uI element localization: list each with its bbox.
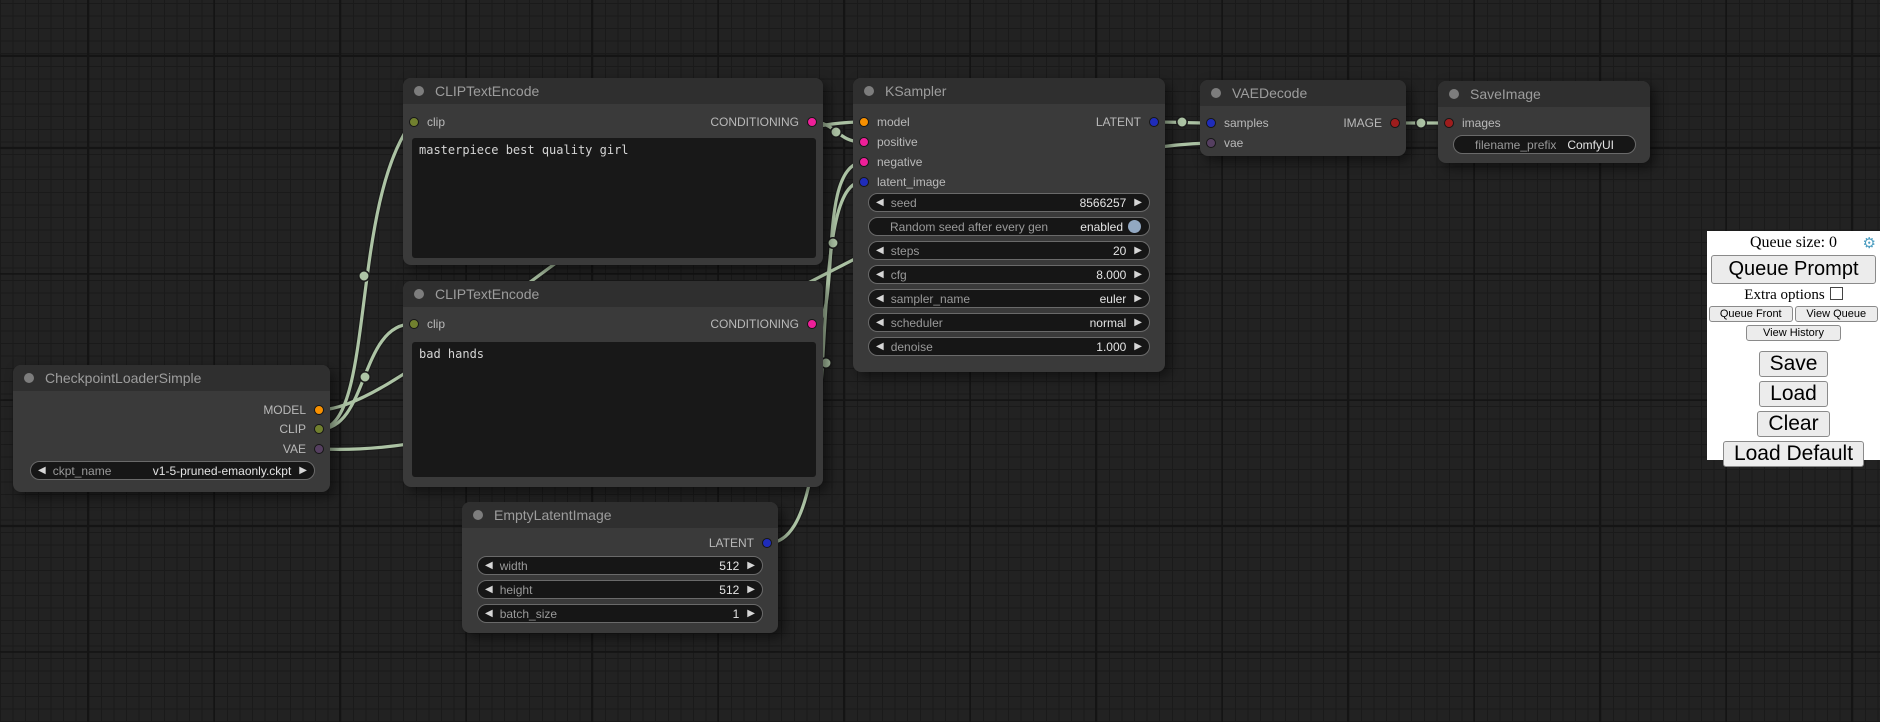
output-slot-latent[interactable] — [762, 538, 772, 548]
link-midpoint-dot — [1177, 117, 1187, 127]
collapse-icon[interactable] — [864, 86, 874, 96]
node-title: SaveImage — [1470, 86, 1541, 102]
output-slot-model[interactable] — [314, 405, 324, 415]
input-slot-vae[interactable] — [1206, 138, 1216, 148]
view-history-button[interactable]: View History — [1746, 325, 1841, 341]
decrement-arrow-icon[interactable]: ◀ — [485, 609, 493, 619]
decrement-arrow-icon[interactable]: ◀ — [876, 270, 884, 280]
width-widget[interactable]: ◀ width 512 ▶ — [477, 556, 763, 575]
random-seed-toggle-widget[interactable]: Random seed after every gen enabled — [868, 217, 1150, 236]
cfg-widget[interactable]: ◀ cfg 8.000 ▶ — [868, 265, 1150, 284]
increment-arrow-icon[interactable]: ▶ — [299, 466, 307, 476]
node-vaedecode[interactable]: VAEDecode samples vae IMAGE — [1200, 80, 1406, 156]
queue-size-label: Queue size: 0 — [1750, 234, 1837, 251]
input-slot-positive[interactable] — [859, 137, 869, 147]
increment-arrow-icon[interactable]: ▶ — [1134, 294, 1142, 304]
decrement-arrow-icon[interactable]: ◀ — [485, 561, 493, 571]
input-slot-clip[interactable] — [409, 117, 419, 127]
output-slot-vae[interactable] — [314, 444, 324, 454]
output-slot-image[interactable] — [1390, 118, 1400, 128]
link-midpoint-dot — [831, 127, 841, 137]
decrement-arrow-icon[interactable]: ◀ — [876, 294, 884, 304]
input-slot-samples[interactable] — [1206, 118, 1216, 128]
sampler-name-widget[interactable]: ◀ sampler_name euler ▶ — [868, 289, 1150, 308]
node-title: CheckpointLoaderSimple — [45, 370, 201, 386]
decrement-arrow-icon[interactable]: ◀ — [876, 318, 884, 328]
node-title: KSampler — [885, 83, 946, 99]
increment-arrow-icon[interactable]: ▶ — [747, 585, 755, 595]
collapse-icon[interactable] — [24, 373, 34, 383]
increment-arrow-icon[interactable]: ▶ — [747, 561, 755, 571]
collapse-icon[interactable] — [1211, 88, 1221, 98]
seed-widget[interactable]: ◀ seed 8566257 ▶ — [868, 193, 1150, 212]
node-emptylatentimage[interactable]: EmptyLatentImage LATENT ◀ width 512 ▶ ◀ … — [462, 502, 778, 633]
extra-options-checkbox[interactable] — [1830, 287, 1843, 300]
node-checkpointloadersimple[interactable]: CheckpointLoaderSimple MODEL CLIP VAE ◀ … — [13, 365, 330, 492]
increment-arrow-icon[interactable]: ▶ — [747, 609, 755, 619]
node-cliptextencode-positive[interactable]: CLIPTextEncode clip CONDITIONING masterp… — [403, 78, 823, 265]
save-button[interactable]: Save — [1759, 351, 1829, 377]
output-slot-latent[interactable] — [1149, 117, 1159, 127]
decrement-arrow-icon[interactable]: ◀ — [876, 198, 884, 208]
node-title: VAEDecode — [1232, 85, 1307, 101]
output-slot-clip[interactable] — [314, 424, 324, 434]
collapse-icon[interactable] — [1449, 89, 1459, 99]
node-title: CLIPTextEncode — [435, 83, 539, 99]
filename-prefix-widget[interactable]: filename_prefix ComfyUI — [1453, 135, 1636, 154]
steps-widget[interactable]: ◀ steps 20 ▶ — [868, 241, 1150, 260]
input-slot-clip[interactable] — [409, 319, 419, 329]
load-button[interactable]: Load — [1759, 381, 1828, 407]
node-ksampler[interactable]: KSampler model positive negative latent_… — [853, 78, 1165, 372]
node-saveimage[interactable]: SaveImage images filename_prefix ComfyUI — [1438, 81, 1650, 163]
decrement-arrow-icon[interactable]: ◀ — [876, 342, 884, 352]
collapse-icon[interactable] — [473, 510, 483, 520]
decrement-arrow-icon[interactable]: ◀ — [876, 246, 884, 256]
link-midpoint-dot — [1416, 118, 1426, 128]
queue-front-button[interactable]: Queue Front — [1709, 306, 1793, 322]
load-default-button[interactable]: Load Default — [1723, 441, 1864, 467]
view-queue-button[interactable]: View Queue — [1795, 306, 1879, 322]
output-slot-conditioning[interactable] — [807, 319, 817, 329]
clear-button[interactable]: Clear — [1757, 411, 1829, 437]
node-title: CLIPTextEncode — [435, 286, 539, 302]
input-slot-negative[interactable] — [859, 157, 869, 167]
link-midpoint-dot — [359, 271, 369, 281]
height-widget[interactable]: ◀ height 512 ▶ — [477, 580, 763, 599]
increment-arrow-icon[interactable]: ▶ — [1134, 198, 1142, 208]
decrement-arrow-icon[interactable]: ◀ — [485, 585, 493, 595]
link-midpoint-dot — [360, 372, 370, 382]
decrement-arrow-icon[interactable]: ◀ — [38, 466, 46, 476]
denoise-widget[interactable]: ◀ denoise 1.000 ▶ — [868, 337, 1150, 356]
extra-options-label: Extra options — [1744, 287, 1824, 303]
queue-panel: Queue size: 0 ⚙ Queue Prompt Extra optio… — [1707, 231, 1880, 460]
increment-arrow-icon[interactable]: ▶ — [1134, 342, 1142, 352]
increment-arrow-icon[interactable]: ▶ — [1134, 318, 1142, 328]
collapse-icon[interactable] — [414, 86, 424, 96]
toggle-enabled-icon[interactable] — [1128, 220, 1141, 233]
input-slot-images[interactable] — [1444, 118, 1454, 128]
output-slot-conditioning[interactable] — [807, 117, 817, 127]
node-title: EmptyLatentImage — [494, 507, 612, 523]
increment-arrow-icon[interactable]: ▶ — [1134, 270, 1142, 280]
collapse-icon[interactable] — [414, 289, 424, 299]
input-slot-latent-image[interactable] — [859, 177, 869, 187]
prompt-textarea[interactable]: masterpiece best quality girl — [412, 138, 816, 258]
prompt-textarea[interactable]: bad hands — [412, 342, 816, 477]
input-slot-model[interactable] — [859, 117, 869, 127]
scheduler-widget[interactable]: ◀ scheduler normal ▶ — [868, 313, 1150, 332]
graph-canvas[interactable]: CheckpointLoaderSimple MODEL CLIP VAE ◀ … — [0, 0, 1880, 722]
link-midpoint-dot — [828, 238, 838, 248]
queue-prompt-button[interactable]: Queue Prompt — [1711, 255, 1876, 284]
ckpt-name-widget[interactable]: ◀ ckpt_name v1-5-pruned-emaonly.ckpt ▶ — [30, 461, 315, 480]
batch-size-widget[interactable]: ◀ batch_size 1 ▶ — [477, 604, 763, 623]
node-cliptextencode-negative[interactable]: CLIPTextEncode clip CONDITIONING bad han… — [403, 281, 823, 487]
increment-arrow-icon[interactable]: ▶ — [1134, 246, 1142, 256]
settings-gear-icon[interactable]: ⚙ — [1863, 234, 1876, 252]
